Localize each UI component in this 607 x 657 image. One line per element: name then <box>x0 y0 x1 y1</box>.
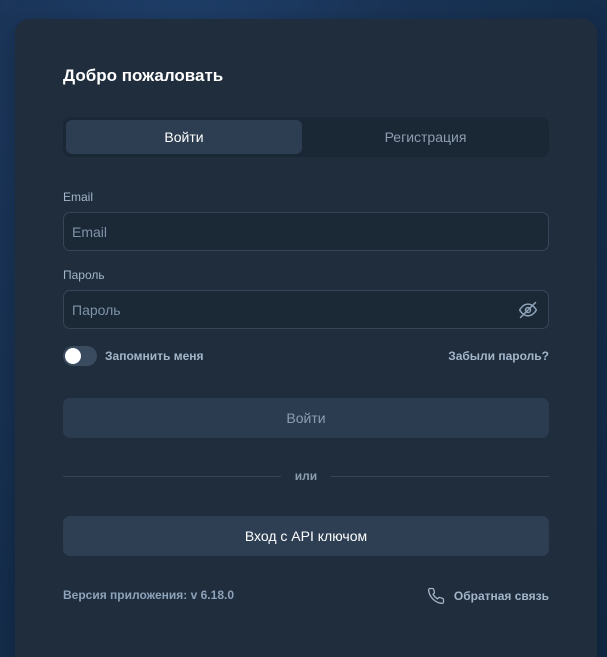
password-label: Пароль <box>63 268 105 282</box>
divider-line-left <box>63 476 281 477</box>
email-label: Email <box>63 190 94 204</box>
eye-off-icon[interactable] <box>518 300 538 320</box>
remember-me-label: Запомнить меня <box>105 349 204 363</box>
password-field-wrapper <box>63 290 549 329</box>
api-key-login-button[interactable]: Вход с API ключом <box>63 516 549 556</box>
divider-line-right <box>331 476 549 477</box>
email-field-wrapper <box>63 212 549 251</box>
login-card: Добро пожаловать Войти Регистрация Email… <box>15 19 597 657</box>
email-field[interactable] <box>64 213 548 250</box>
remember-me-toggle[interactable] <box>63 346 97 366</box>
feedback-label: Обратная связь <box>453 589 549 603</box>
tab-login[interactable]: Войти <box>66 120 302 154</box>
password-field[interactable] <box>64 291 548 328</box>
tab-register[interactable]: Регистрация <box>305 120 546 154</box>
page-title: Добро пожаловать <box>63 66 224 85</box>
toggle-knob <box>65 348 81 364</box>
feedback-link[interactable]: Обратная связь <box>427 587 549 605</box>
app-version: Версия приложения: v 6.18.0 <box>63 588 234 602</box>
phone-icon <box>427 587 445 605</box>
forgot-password-link[interactable]: Забыли пароль? <box>448 349 549 363</box>
divider-text: или <box>294 469 318 483</box>
auth-tabs: Войти Регистрация <box>63 117 549 157</box>
login-button[interactable]: Войти <box>63 398 549 438</box>
